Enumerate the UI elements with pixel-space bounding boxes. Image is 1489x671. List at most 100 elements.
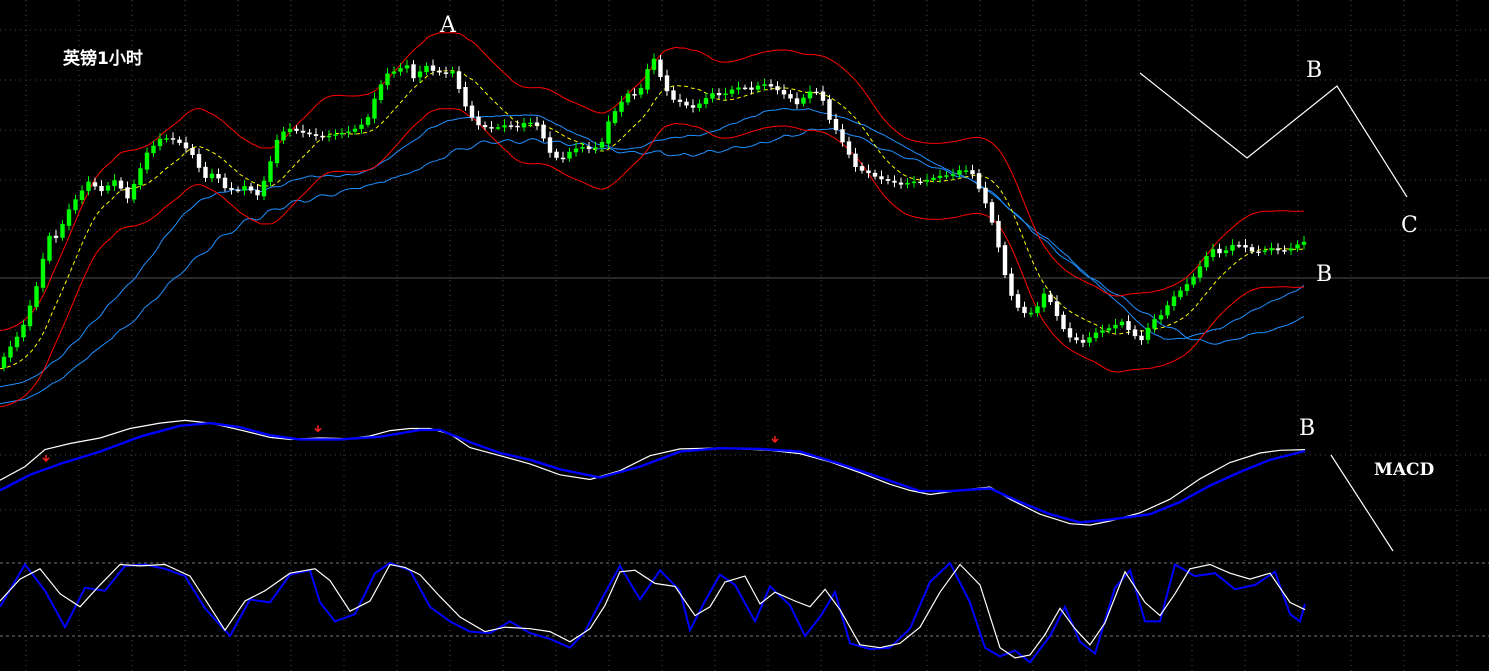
- candle-up: [73, 199, 78, 211]
- candle-up: [1028, 312, 1034, 315]
- candle-down: [898, 182, 904, 185]
- candle-up: [164, 138, 169, 140]
- candle-up: [963, 170, 969, 172]
- candle-up: [1106, 328, 1112, 331]
- candle-up: [1197, 266, 1203, 278]
- ma-line-lower: [0, 127, 1305, 405]
- candle-down: [1139, 335, 1144, 341]
- candle-up: [1093, 332, 1099, 338]
- forex-chart: [0, 0, 1489, 671]
- candle-up: [326, 135, 332, 138]
- candle-down: [313, 134, 319, 136]
- candle-down: [248, 186, 254, 191]
- candle-down: [183, 142, 189, 149]
- candle-up: [729, 89, 735, 94]
- macd-cross-marker: [771, 435, 779, 444]
- candle-up: [937, 175, 943, 178]
- candle-up: [638, 88, 644, 95]
- candle-up: [86, 181, 91, 192]
- candle-down: [1074, 337, 1079, 341]
- candle-down: [190, 148, 195, 155]
- candle-up: [385, 73, 390, 86]
- candle-up: [710, 93, 715, 99]
- candle-up: [105, 185, 111, 191]
- candle-down: [177, 139, 182, 143]
- candle-up: [1087, 337, 1092, 343]
- candle-down: [229, 188, 234, 190]
- candle-up: [274, 139, 280, 164]
- candle-up: [1152, 319, 1157, 329]
- candle-down: [255, 189, 260, 196]
- candle-up: [950, 174, 956, 176]
- candle-down: [1002, 245, 1008, 276]
- chart-title: 英镑1小时: [63, 49, 143, 69]
- candle-up: [1295, 244, 1300, 249]
- candle-down: [658, 59, 663, 77]
- candle-up: [287, 128, 293, 133]
- candle-up: [1119, 321, 1125, 326]
- candle-up: [495, 127, 501, 129]
- candle-down: [996, 220, 1001, 248]
- candle-down: [515, 125, 520, 128]
- candle-down: [1256, 251, 1261, 253]
- candle-down: [443, 72, 449, 74]
- candle-up: [398, 68, 403, 72]
- candle-up: [8, 346, 13, 358]
- candle-down: [482, 125, 488, 128]
- candle-down: [92, 182, 98, 187]
- candle-up: [807, 91, 813, 99]
- ma-line-upper: [0, 107, 1305, 388]
- candle-up: [1301, 241, 1307, 245]
- candle-up: [625, 93, 631, 103]
- candle-up: [1269, 248, 1274, 251]
- candlesticks: [1, 53, 1307, 372]
- candle-up: [40, 258, 46, 288]
- candle-down: [768, 84, 774, 87]
- candle-up: [365, 117, 371, 125]
- candle-up: [151, 145, 156, 154]
- candle-up: [144, 152, 150, 170]
- wave-label-a: A: [440, 13, 456, 38]
- candle-up: [1041, 293, 1047, 308]
- candle-up: [352, 128, 358, 132]
- candle-up: [502, 125, 507, 128]
- candle-up: [651, 58, 657, 70]
- candle-up: [1100, 330, 1105, 333]
- price-bands: [0, 32, 1305, 408]
- candle-up: [66, 209, 72, 226]
- candle-up: [723, 93, 728, 96]
- candle-up: [378, 84, 384, 100]
- candle-down: [541, 124, 546, 139]
- candle-up: [242, 186, 247, 191]
- candle-down: [1132, 329, 1138, 337]
- candle-up: [47, 235, 52, 261]
- candle-down: [1282, 250, 1287, 252]
- candle-up: [1288, 248, 1294, 251]
- candle-up: [1230, 245, 1235, 251]
- wave-diagram-line: [1139, 72, 1408, 198]
- candle-up: [138, 168, 143, 186]
- candle-down: [983, 187, 988, 204]
- candle-down: [1054, 301, 1060, 316]
- chart-grid: [0, 0, 1489, 671]
- candle-down: [918, 181, 923, 184]
- candle-up: [27, 305, 33, 327]
- candle-up: [573, 148, 579, 153]
- candle-up: [528, 122, 533, 125]
- candle-up: [580, 147, 585, 149]
- candle-up: [762, 84, 767, 86]
- candle-down: [677, 99, 683, 102]
- candle-up: [567, 151, 572, 159]
- candle-up: [268, 161, 273, 182]
- candle-down: [632, 94, 637, 96]
- candle-down: [885, 179, 891, 181]
- candle-down: [1067, 328, 1073, 338]
- wave-label-b-price: B: [1316, 262, 1333, 287]
- candle-down: [859, 166, 865, 171]
- candle-up: [1210, 249, 1216, 257]
- candle-down: [430, 65, 436, 71]
- candle-down: [671, 90, 676, 100]
- wave-label-c: C: [1401, 213, 1418, 238]
- candle-down: [196, 154, 202, 168]
- candle-down: [1009, 273, 1014, 296]
